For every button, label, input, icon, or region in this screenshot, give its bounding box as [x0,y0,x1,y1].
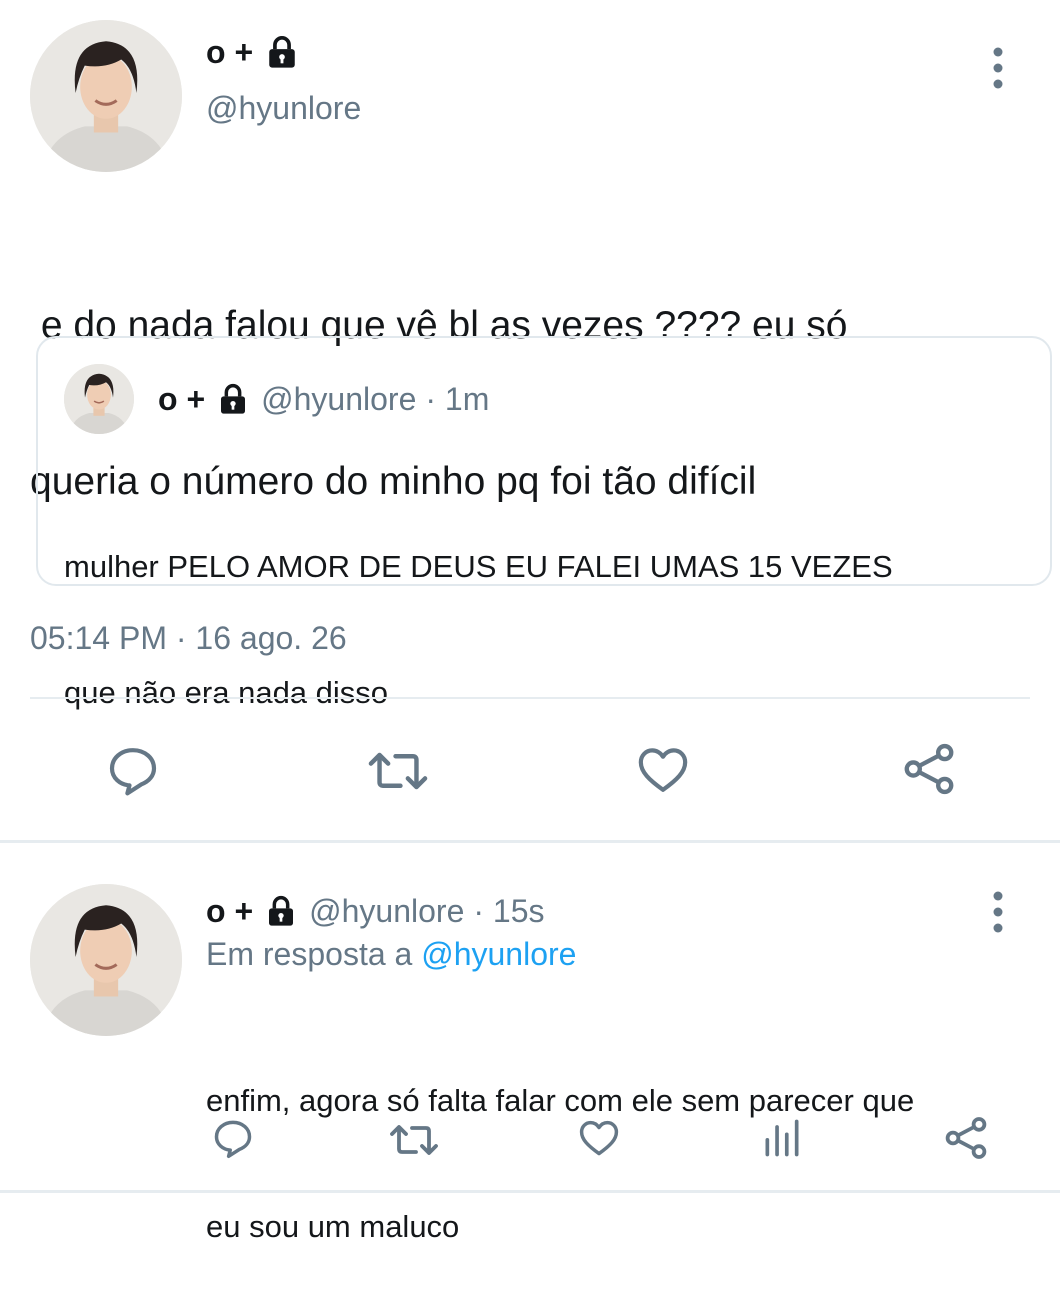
reply-icon[interactable] [210,1116,256,1160]
divider [30,697,1030,699]
display-name[interactable]: o + [206,893,253,930]
more-vertical-icon[interactable] [986,890,1010,934]
display-name: o + [158,380,206,417]
bottom-separator [0,1190,1060,1193]
quoted-text-line: mulher PELO AMOR DE DEUS EU FALEI UMAS 1… [64,549,893,584]
author-row: o + [206,30,299,74]
handle[interactable]: @hyunlore [309,893,464,930]
reply-text: enfim, agora só falta falar com ele sem … [206,996,914,1290]
avatar[interactable] [30,20,182,172]
reply-text-line: enfim, agora só falta falar com ele sem … [206,1083,915,1118]
quoted-text-line: que não era nada disso [64,675,389,710]
avatar [64,364,134,434]
share-icon[interactable] [900,740,958,798]
handle: @hyunlore [261,380,417,417]
more-vertical-icon[interactable] [986,46,1010,90]
analytics-icon[interactable] [760,1116,804,1160]
replying-to: Em resposta a @hyunlore [206,936,576,973]
reply-author-row: o + @hyunlore · 15s [206,888,545,934]
reply-icon[interactable] [104,742,162,798]
replying-to-link[interactable]: @hyunlore [421,936,576,972]
quoted-author-row: o + @hyunlore · 1m [158,376,489,422]
lock-icon [217,383,249,415]
lock-icon [265,895,297,927]
reply-text-line: eu sou um maluco [206,1209,460,1244]
tweet-separator [0,840,1060,843]
timestamp[interactable]: 05:14 PM · 16 ago. 26 [30,620,347,657]
like-icon[interactable] [576,1116,622,1160]
quoted-tweet-card[interactable]: o + @hyunlore · 1m mulher PELO AMOR DE D… [36,336,1052,710]
share-icon[interactable] [942,1114,990,1162]
like-icon[interactable] [634,742,692,798]
retweet-icon[interactable] [388,1120,440,1160]
reply-time: · 15s [473,892,545,929]
retweet-icon[interactable] [366,746,430,796]
display-name[interactable]: o + [206,34,253,71]
lock-icon [265,35,299,69]
handle[interactable]: @hyunlore [206,90,361,127]
quoted-time: · 1m [425,380,490,417]
replying-to-prefix: Em resposta a [206,936,413,972]
avatar[interactable] [30,884,182,1036]
